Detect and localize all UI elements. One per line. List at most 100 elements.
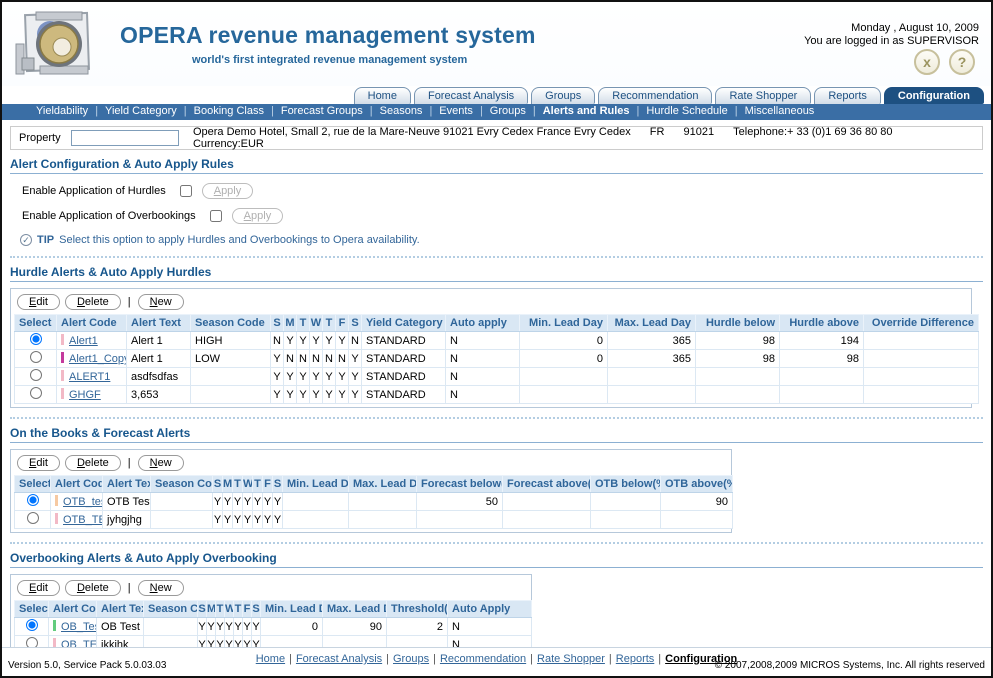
enable-hurdles-checkbox[interactable] [180, 185, 192, 197]
subnav-events[interactable]: Events [439, 105, 473, 117]
edit-button[interactable]: Edit [17, 580, 60, 596]
select-radio[interactable] [30, 369, 42, 381]
col-header-season-code: Season Code [151, 476, 213, 493]
separator: | [637, 105, 640, 117]
enable-hurdles-label: Enable Application of Hurdles [22, 185, 166, 197]
edit-button[interactable]: Edit [17, 294, 60, 310]
divider [10, 542, 983, 544]
alert-code-link[interactable]: Alert1 [69, 335, 98, 347]
logged-in-as: You are logged in as SUPERVISOR [804, 35, 979, 48]
col-header-max-lead-day: Max. Lead Day [323, 601, 387, 618]
alert-code-link[interactable]: OTB_TEST [63, 514, 103, 526]
cell: Y [284, 386, 297, 404]
subnav-hurdle-schedule[interactable]: Hurdle Schedule [646, 105, 727, 117]
tab-rate-shopper[interactable]: Rate Shopper [715, 87, 811, 104]
divider [10, 256, 983, 258]
cell: N [446, 368, 520, 386]
col-header-t: T [216, 601, 225, 618]
cell: Y [252, 618, 261, 636]
help-icon[interactable]: ? [949, 49, 975, 75]
divider [10, 417, 983, 419]
alert-code-link[interactable]: ALERT1 [69, 371, 110, 383]
select-radio[interactable] [27, 512, 39, 524]
apply-hurdles-button[interactable]: Apply [202, 183, 254, 199]
cell: Y [297, 386, 310, 404]
table-row: ALERT1asdfsdfasYYYYYYYSTANDARDN [15, 368, 979, 386]
section-heading-alert-config: Alert Configuration & Auto Apply Rules [10, 157, 983, 174]
select-radio[interactable] [27, 494, 39, 506]
col-header-s: S [271, 315, 284, 332]
alert-code-link[interactable]: OTB_test [63, 496, 103, 508]
new-button[interactable]: New [138, 455, 184, 471]
tab-recommendation[interactable]: Recommendation [598, 87, 712, 104]
subnav-booking-class[interactable]: Booking Class [194, 105, 264, 117]
separator: | [530, 653, 533, 665]
cell [349, 511, 417, 529]
col-header-min-lead-day: Min. Lead Day [283, 476, 349, 493]
col-header-f: F [336, 315, 349, 332]
property-address: Opera Demo Hotel, Small 2, rue de la Mar… [193, 126, 631, 138]
new-button[interactable]: New [138, 294, 184, 310]
overbooking-toolbar: Edit Delete | New [14, 577, 528, 600]
cell: Y [323, 386, 336, 404]
subnav-yield-category[interactable]: Yield Category [105, 105, 177, 117]
subnav-seasons[interactable]: Seasons [380, 105, 423, 117]
col-header-alert-text: Alert Text [127, 315, 191, 332]
tab-home[interactable]: Home [354, 87, 411, 104]
cell: 0 [520, 350, 608, 368]
tab-forecast-analysis[interactable]: Forecast Analysis [414, 87, 528, 104]
select-radio[interactable] [30, 333, 42, 345]
footer-link-home[interactable]: Home [256, 653, 285, 665]
cell: Alert 1 [127, 332, 191, 350]
tab-reports[interactable]: Reports [814, 87, 881, 104]
col-header-t: T [233, 476, 243, 493]
subnav-yieldability[interactable]: Yieldability [36, 105, 88, 117]
apply-overbookings-button[interactable]: Apply [232, 208, 284, 224]
cell: Y [233, 493, 243, 511]
cell [608, 368, 696, 386]
select-radio[interactable] [30, 351, 42, 363]
footer-link-reports[interactable]: Reports [616, 653, 655, 665]
tab-groups[interactable]: Groups [531, 87, 595, 104]
app-title: OPERA revenue management system [120, 22, 536, 49]
hurdle-alerts-table: SelectAlert CodeAlert TextSeason CodeSMT… [14, 314, 979, 404]
separator: | [533, 105, 536, 117]
subnav-miscellaneous[interactable]: Miscellaneous [745, 105, 815, 117]
col-header-w: W [310, 315, 323, 332]
cell: 98 [780, 350, 864, 368]
new-button[interactable]: New [138, 580, 184, 596]
tab-configuration[interactable]: Configuration [884, 87, 984, 104]
subnav-forecast-groups[interactable]: Forecast Groups [281, 105, 363, 117]
enable-overbookings-checkbox[interactable] [210, 210, 222, 222]
select-radio[interactable] [26, 619, 38, 631]
col-header-alert-code: Alert Code [57, 315, 127, 332]
property-input[interactable] [71, 130, 179, 146]
cell: N [448, 618, 532, 636]
col-header-t: T [234, 601, 243, 618]
cell: Y [310, 368, 323, 386]
footer-link-rate-shopper[interactable]: Rate Shopper [537, 653, 605, 665]
alert-code-link[interactable]: OB_Test [61, 621, 97, 633]
cell [144, 618, 198, 636]
delete-button[interactable]: Delete [65, 580, 121, 596]
cell: 98 [696, 332, 780, 350]
select-radio[interactable] [30, 387, 42, 399]
footer-link-groups[interactable]: Groups [393, 653, 429, 665]
edit-button[interactable]: Edit [17, 455, 60, 471]
otb-alerts-panel: Edit Delete | New SelectAlert CodeAlert … [10, 449, 732, 533]
alert-code-link[interactable]: Alert1_Copy [69, 353, 127, 365]
delete-button[interactable]: Delete [65, 455, 121, 471]
cell: OTB Test [103, 493, 151, 511]
subnav-groups[interactable]: Groups [490, 105, 526, 117]
col-header-forecast-below: Forecast below(%) [417, 476, 503, 493]
cell: N [310, 350, 323, 368]
select-cell [15, 368, 57, 386]
close-icon[interactable]: x [914, 49, 940, 75]
footer-link-recommendation[interactable]: Recommendation [440, 653, 526, 665]
cell: Y [234, 618, 243, 636]
footer-link-forecast-analysis[interactable]: Forecast Analysis [296, 653, 382, 665]
subnav-alerts-and-rules[interactable]: Alerts and Rules [543, 105, 630, 117]
alert-code-link[interactable]: GHGF [69, 389, 101, 401]
hurdle-alerts-panel: Edit Delete | New SelectAlert CodeAlert … [10, 288, 972, 408]
delete-button[interactable]: Delete [65, 294, 121, 310]
